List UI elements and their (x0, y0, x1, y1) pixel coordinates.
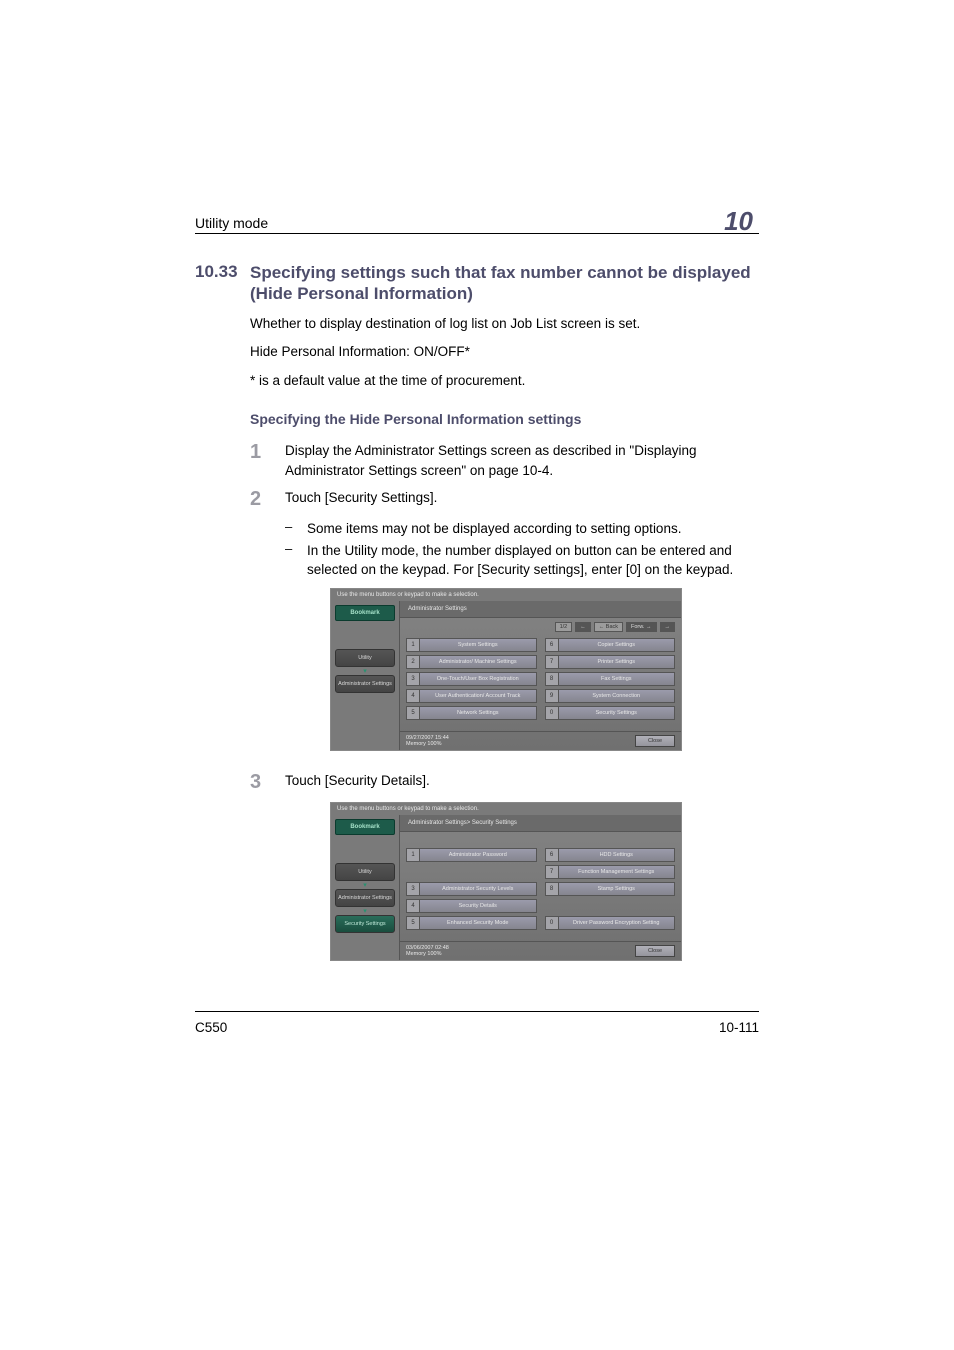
menu-item[interactable]: 4Security Details (406, 899, 537, 913)
step-text: Touch [Security Settings]. (285, 488, 759, 511)
step-text: Display the Administrator Settings scree… (285, 441, 759, 480)
forward-button[interactable]: Forw. → (626, 622, 656, 632)
menu-item[interactable]: 0Security Settings (545, 706, 676, 720)
step-3: 3 Touch [Security Details]. (195, 771, 759, 794)
security-settings-screenshot: Use the menu buttons or keypad to make a… (330, 802, 682, 961)
dash-icon: – (285, 541, 307, 580)
page-footer: C550 10-111 (195, 1011, 759, 1035)
step-number: 3 (250, 771, 285, 794)
menu-item[interactable]: 7Function Management Settings (545, 865, 676, 879)
sidebar-item-utility[interactable]: Utility (335, 863, 395, 881)
sidebar-item-admin-settings[interactable]: Administrator Settings (335, 675, 395, 693)
section-title: Specifying settings such that fax number… (250, 262, 759, 305)
status-text: 09/27/2007 15:44 Memory 100% (406, 735, 449, 747)
bullet: – Some items may not be displayed accord… (285, 519, 759, 539)
menu-item[interactable]: 9System Connection (545, 689, 676, 703)
menu-item[interactable]: 8Stamp Settings (545, 882, 676, 896)
menu-item[interactable]: 8Fax Settings (545, 672, 676, 686)
sidebar-item-admin-settings[interactable]: Administrator Settings (335, 889, 395, 907)
bullet-text: In the Utility mode, the number displaye… (307, 541, 759, 580)
step-number: 2 (250, 488, 285, 511)
chapter-number: 10 (722, 206, 759, 237)
dash-icon: – (285, 519, 307, 539)
menu-item[interactable]: 1Administrator Password (406, 848, 537, 862)
chevron-down-icon: ▾ (335, 910, 395, 914)
screen-instruction: Use the menu buttons or keypad to make a… (331, 589, 681, 601)
paragraph: * is a default value at the time of proc… (250, 372, 759, 391)
step-text: Touch [Security Details]. (285, 771, 759, 794)
bullet: – In the Utility mode, the number displa… (285, 541, 759, 580)
screen-instruction: Use the menu buttons or keypad to make a… (331, 803, 681, 815)
sidebar-item-utility[interactable]: Utility (335, 649, 395, 667)
back-button[interactable]: ← Back (594, 622, 623, 632)
menu-item[interactable]: 4User Authentication/ Account Track (406, 689, 537, 703)
model-label: C550 (195, 1020, 227, 1035)
bookmark-button[interactable]: Bookmark (335, 819, 395, 835)
breadcrumb: Administrator Settings (400, 601, 681, 618)
header-title: Utility mode (195, 215, 268, 231)
section-heading: 10.33 Specifying settings such that fax … (195, 262, 759, 305)
breadcrumb: Administrator Settings> Security Setting… (400, 815, 681, 832)
sub-heading: Specifying the Hide Personal Information… (250, 411, 759, 427)
menu-item[interactable]: 7Printer Settings (545, 655, 676, 669)
bullet-text: Some items may not be displayed accordin… (307, 519, 759, 539)
menu-item[interactable]: 3One-Touch/User Box Registration (406, 672, 537, 686)
admin-settings-screenshot: Use the menu buttons or keypad to make a… (330, 588, 682, 751)
close-button[interactable]: Close (635, 735, 675, 747)
page-header: Utility mode 10 (195, 200, 759, 234)
section-number: 10.33 (195, 262, 250, 305)
menu-item[interactable]: 6HDD Settings (545, 848, 676, 862)
chevron-down-icon: ▾ (335, 884, 395, 888)
paragraph: Hide Personal Information: ON/OFF* (250, 343, 759, 362)
page-number: 10-111 (719, 1020, 759, 1035)
step-1: 1 Display the Administrator Settings scr… (195, 441, 759, 480)
arrow-right-icon[interactable]: → (660, 622, 676, 632)
menu-item[interactable]: 5Network Settings (406, 706, 537, 720)
close-button[interactable]: Close (635, 945, 675, 957)
menu-item[interactable]: 2Administrator/ Machine Settings (406, 655, 537, 669)
status-text: 03/06/2007 02:48 Memory 100% (406, 945, 449, 957)
paragraph: Whether to display destination of log li… (250, 315, 759, 334)
menu-item[interactable]: 6Copier Settings (545, 638, 676, 652)
pager: 1/2 ← ← Back Forw. → → (400, 618, 681, 634)
arrow-left-icon[interactable]: ← (575, 622, 591, 632)
chevron-down-icon: ▾ (335, 670, 395, 674)
sidebar-item-security-settings[interactable]: Security Settings (335, 915, 395, 933)
menu-item[interactable]: 1System Settings (406, 638, 537, 652)
bookmark-button[interactable]: Bookmark (335, 605, 395, 621)
page-indicator: 1/2 (555, 622, 573, 632)
menu-item[interactable]: 3Administrator Security Levels (406, 882, 537, 896)
menu-item[interactable]: 5Enhanced Security Mode (406, 916, 537, 930)
menu-item[interactable]: 0Driver Password Encryption Setting (545, 916, 676, 930)
step-number: 1 (250, 441, 285, 480)
step-2: 2 Touch [Security Settings]. (195, 488, 759, 511)
